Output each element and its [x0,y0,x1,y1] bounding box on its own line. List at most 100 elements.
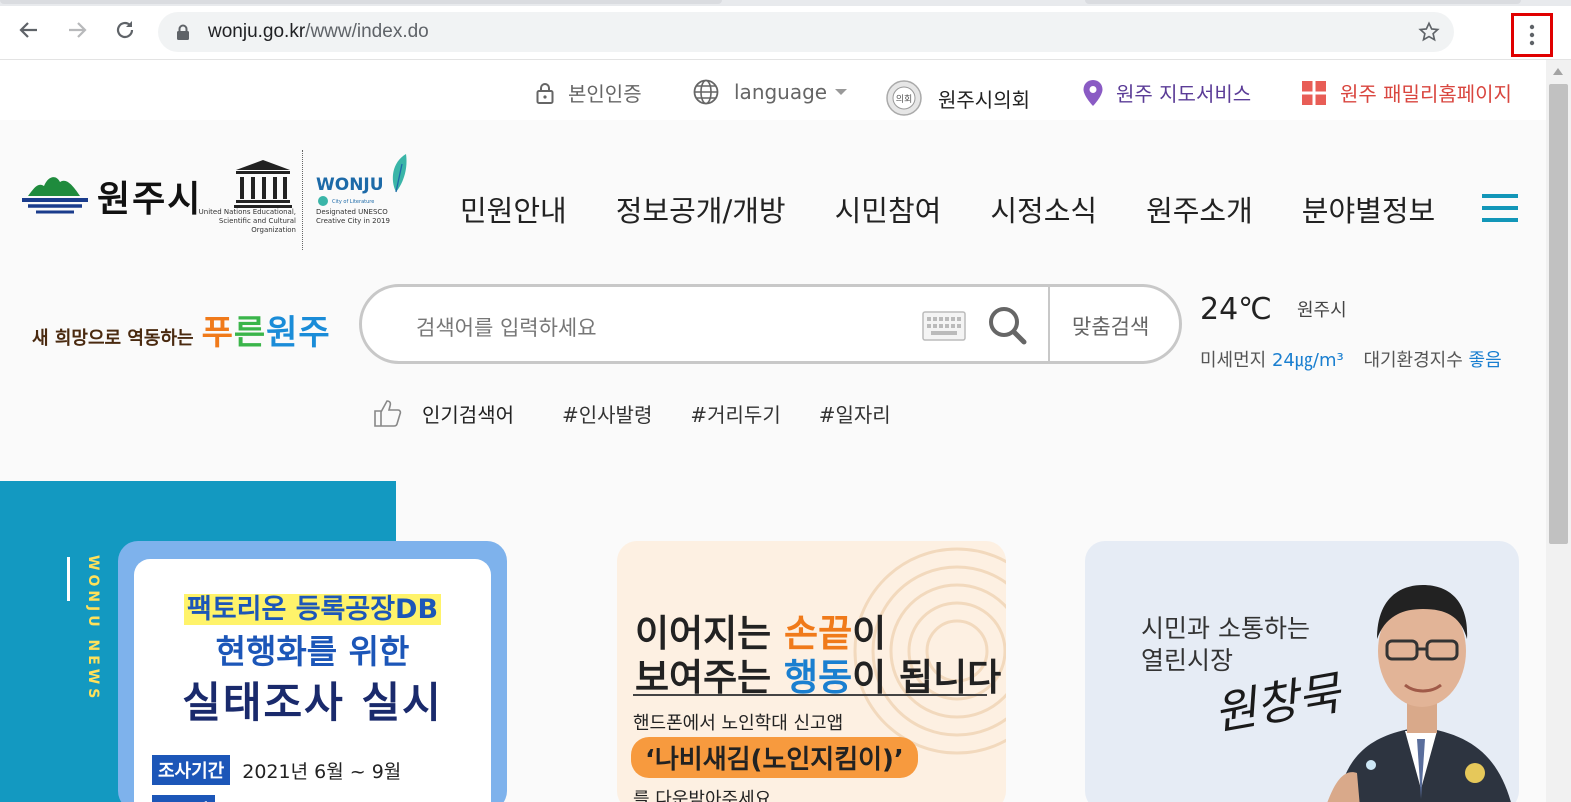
slogan-lead: 새 희망으로 역동하는 [32,328,194,349]
url-text: wonju.go.kr/www/index.do [208,21,429,42]
logo-divider [302,150,303,250]
reload-icon [116,21,134,39]
keyword-tag[interactable]: #인사발령 [562,399,652,428]
search-input[interactable]: 검색어를 입력하세요 [416,312,597,342]
dust-label: 미세먼지 [1200,350,1267,371]
weather-city: 원주시 [1296,300,1347,321]
arrow-right-icon [69,22,87,38]
family-homepage-label: 원주 패밀리홈페이지 [1340,82,1512,106]
city-slogan: 새 희망으로 역동하는 푸른원주 [32,305,331,354]
popular-label: 인기검색어 [422,402,514,427]
custom-search-button[interactable]: 맞춤검색 [1072,311,1149,341]
weather-widget: 24℃ 원주시 미세먼지 24㎍/m³ 대기환경지수 좋음 [1200,292,1502,371]
virtual-keyboard-icon[interactable] [922,311,966,341]
council-label: 원주시의회 [938,87,1030,112]
mayor-slogan-2: 열린시장 [1141,646,1234,675]
card-headline-2: 현행화를 위한 [215,632,410,671]
nav-about-wonju[interactable]: 원주소개 [1146,188,1253,230]
slogan-brand: 푸른원주 [201,313,331,353]
main-navigation: 민원안내 정보공개/개방 시민참여 시정소식 원주소개 분야별정보 [460,188,1435,230]
tab[interactable] [1085,0,1521,4]
literature-badge-icon [318,196,328,206]
wonju-literature-mark: WONJU [316,175,384,195]
auth-link[interactable]: 본인인증 [536,78,642,107]
unesco-caption: United Nations Educational, Scientific a… [198,208,296,234]
hamburger-line [1482,206,1518,210]
page-content: 본인인증 language 의회 원주시의회 원주 지도서비스 원주 패밀리홈페… [0,60,1546,802]
auth-label: 본인인증 [568,82,642,106]
more-vertical-icon [1529,24,1535,46]
survey-contact: 문 의1877-7320 [152,795,331,802]
site-logo[interactable]: 원주시 United Nations Educational, Scientif… [20,150,420,250]
svg-text:의회: 의회 [896,94,913,105]
city-name: 원주시 [97,179,203,220]
browser-menu-button[interactable] [1511,13,1553,57]
card-headline-1: 팩토리온 등록공장DB [134,587,491,626]
air-index-value: 좋음 [1468,350,1502,371]
council-emblem-icon: 의회 [884,78,924,118]
nav-info-disclosure[interactable]: 정보공개/개방 [616,188,786,230]
hamburger-line [1482,194,1518,198]
mayor-slogan-1: 시민과 소통하는 [1141,614,1310,643]
search-icon[interactable] [986,304,1028,346]
card-footer-text: 를 다운받아주세요 [633,789,772,802]
unesco-temple-icon [234,160,292,208]
air-index-label: 대기환경지수 [1363,350,1463,371]
nav-civil-service[interactable]: 민원안내 [460,188,567,230]
temperature: 24℃ [1200,292,1272,327]
search-divider [1048,287,1050,361]
news-section-label: WONJU NEWS [85,555,101,703]
wonju-mountain-logo-icon [22,177,88,214]
council-link[interactable]: 의회 원주시의회 [884,78,1030,118]
keyword-tag[interactable]: #거리두기 [690,399,780,428]
nav-field-info[interactable]: 분야별정보 [1302,188,1435,230]
news-card-elder-abuse[interactable]: 이어지는 손끝이 보여주는 행동이 됩니다 핸드폰에서 노인학대 신고앱 ‘나비… [617,541,1006,802]
grid-icon [1302,80,1326,105]
forward-button[interactable] [63,16,91,44]
browser-toolbar: wonju.go.kr/www/index.do [0,0,1571,60]
leaf-feather-icon [392,154,407,193]
survey-period: 조사기간 2021년 6월 ~ 9월 [152,755,401,785]
address-bar[interactable]: wonju.go.kr/www/index.do [158,12,1454,52]
lock-icon [536,82,554,104]
card-title-line-2: 보여주는 행동이 됩니다 [635,656,1002,699]
unesco-designation: Designated UNESCO Creative City in 2019 [316,208,390,225]
card-inner: 팩토리온 등록공장DB 현행화를 위한 실태조사 실시 조사기간 2021년 6월… [134,559,491,802]
nav-city-news[interactable]: 시정소식 [990,188,1097,230]
language-label: language [734,80,828,104]
tab-strip [0,0,1571,6]
tab[interactable] [0,0,722,4]
lock-icon [177,24,189,40]
arrow-left-icon [19,22,37,38]
mayor-photo [1327,585,1511,802]
map-pin-icon [1082,79,1104,107]
news-accent-bar [67,557,70,601]
nav-citizen-participation[interactable]: 시민참여 [835,188,942,230]
page-scrollbar[interactable] [1546,60,1571,802]
news-card-mayor[interactable]: 시민과 소통하는 열린시장 원창묵 [1085,541,1519,802]
app-name-badge: ‘나비새김(노인지킴이)’ [631,737,918,778]
scroll-thumb[interactable] [1549,84,1568,544]
thumbs-up-icon [374,400,402,427]
globe-icon [692,78,720,106]
card-subtitle: 핸드폰에서 노인학대 신고앱 [633,713,844,734]
reload-button[interactable] [111,16,139,44]
card-divider [633,694,987,696]
utility-bar: 본인인증 language 의회 원주시의회 원주 지도서비스 원주 패밀리홈페… [0,60,1546,120]
map-service-label: 원주 지도서비스 [1116,82,1252,106]
scroll-up-arrow[interactable] [1553,68,1563,75]
bookmark-star-icon[interactable] [1418,21,1440,43]
news-card-factory-survey[interactable]: 팩토리온 등록공장DB 현행화를 위한 실태조사 실시 조사기간 2021년 6월… [118,541,507,802]
search-box: 검색어를 입력하세요 맞춤검색 [359,284,1182,364]
map-service-link[interactable]: 원주 지도서비스 [1082,78,1251,107]
all-menu-button[interactable] [1482,194,1518,222]
popular-keywords: 인기검색어 #인사발령 #거리두기 #일자리 [372,398,929,428]
air-quality: 미세먼지 24㎍/m³ 대기환경지수 좋음 [1200,346,1502,372]
keyword-tag[interactable]: #일자리 [819,399,891,428]
back-button[interactable] [15,16,43,44]
family-homepage-link[interactable]: 원주 패밀리홈페이지 [1302,78,1512,107]
language-dropdown[interactable]: language [692,78,848,106]
caret-down-icon [835,89,848,95]
hamburger-line [1482,218,1518,222]
city-of-literature: City of Literature [332,199,375,205]
